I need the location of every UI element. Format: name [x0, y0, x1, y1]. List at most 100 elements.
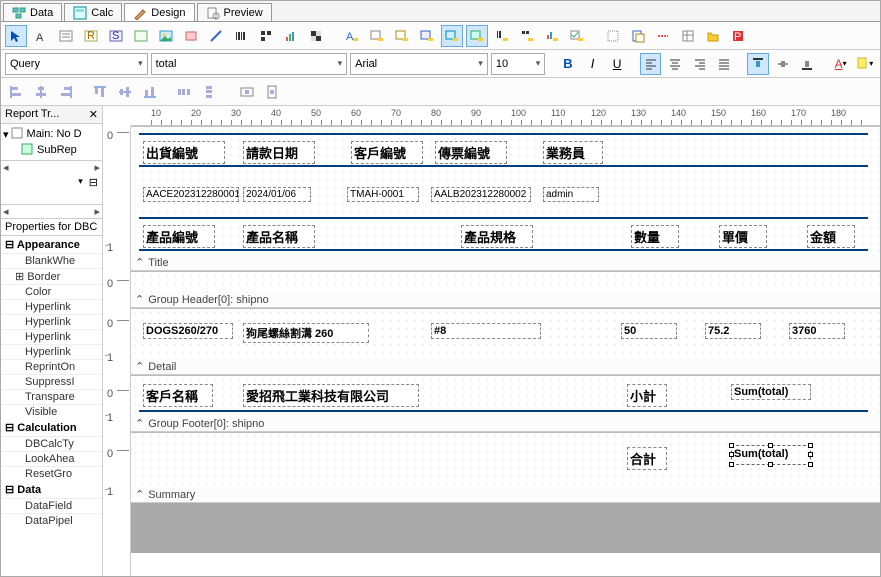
font-color-button[interactable]: A▾ — [830, 53, 852, 75]
band-header-title[interactable]: ⌃Title — [131, 255, 880, 271]
label-field[interactable]: 傳票編號 — [435, 141, 507, 164]
dbdatetime-button[interactable] — [441, 25, 463, 47]
label-field[interactable]: 產品編號 — [143, 225, 215, 248]
label-button[interactable]: A — [30, 25, 52, 47]
dbtext-field[interactable]: admin — [543, 187, 599, 202]
font-combo[interactable]: Arial — [350, 53, 488, 75]
align-right-edges-button[interactable] — [55, 81, 77, 103]
valign-top-button[interactable] — [747, 53, 769, 75]
query-combo[interactable]: Query — [5, 53, 148, 75]
dbtext-field[interactable]: TMAH-0001 — [347, 187, 419, 202]
crosstab-button[interactable] — [677, 25, 699, 47]
label-field[interactable]: 客戶名稱 — [143, 384, 213, 407]
label-field[interactable]: 產品名稱 — [243, 225, 315, 248]
align-v-center-button[interactable] — [114, 81, 136, 103]
band-header-gh[interactable]: ⌃Group Header[0]: shipno — [131, 292, 880, 308]
prop-category[interactable]: ⊟ Appearance — [1, 236, 102, 253]
dbtext-field[interactable]: AALB202312280002 — [431, 187, 531, 202]
align-left-button[interactable] — [640, 53, 662, 75]
tab-design[interactable]: Design — [124, 3, 194, 21]
pointer-button[interactable] — [5, 25, 27, 47]
dbtext-field[interactable]: DOGS260/270 — [143, 323, 233, 339]
image-button[interactable] — [155, 25, 177, 47]
dbimage-button[interactable] — [466, 25, 488, 47]
align-bottom-edges-button[interactable] — [139, 81, 161, 103]
prop-row[interactable]: SuppressI — [1, 374, 102, 389]
title-band[interactable]: 出貨編號 請款日期 客戶編號 傳票編號 業務員 AACE202312280001… — [131, 127, 880, 255]
dbcalc-button[interactable] — [416, 25, 438, 47]
selected-dbcalc-field[interactable]: Sum(total) — [731, 445, 811, 465]
prop-row[interactable]: ResetGro — [1, 466, 102, 481]
subreport-button[interactable] — [627, 25, 649, 47]
label-field[interactable]: 出貨編號 — [143, 141, 225, 164]
close-icon[interactable]: ✕ — [89, 108, 98, 121]
tab-preview[interactable]: Preview — [197, 3, 272, 21]
barcode-button[interactable] — [230, 25, 252, 47]
group-header-band[interactable] — [131, 272, 880, 292]
chart-button[interactable] — [280, 25, 302, 47]
shape-button[interactable] — [180, 25, 202, 47]
center-h-button[interactable] — [236, 81, 258, 103]
label-field[interactable]: 數量 — [631, 225, 679, 248]
memo-button[interactable] — [55, 25, 77, 47]
line-button[interactable] — [205, 25, 227, 47]
dbchart-button[interactable] — [541, 25, 563, 47]
prop-category[interactable]: ⊟ Data — [1, 481, 102, 498]
label-field[interactable]: 產品規格 — [461, 225, 533, 248]
prop-row[interactable]: LookAhea — [1, 451, 102, 466]
checkers-button[interactable] — [305, 25, 327, 47]
align-h-center-button[interactable] — [30, 81, 52, 103]
tree-item[interactable]: SubRep — [3, 142, 100, 158]
prop-row[interactable]: ReprintOn — [1, 359, 102, 374]
prop-row[interactable]: DataPipel — [1, 513, 102, 528]
band-header-detail[interactable]: ⌃Detail — [131, 359, 880, 375]
align-justify-button[interactable] — [714, 53, 736, 75]
detail-band[interactable]: DOGS260/270 狗尾螺絲割溝 260 #8 50 75.2 3760 — [131, 309, 880, 359]
tab-data[interactable]: Data — [3, 3, 62, 21]
dbtext-field[interactable]: 愛招飛工業科技有限公司 — [243, 384, 419, 407]
dbcheck-button[interactable] — [566, 25, 588, 47]
scrollbar-h[interactable]: ◂▸ — [1, 160, 102, 174]
valign-bottom-button[interactable] — [796, 53, 818, 75]
align-center-button[interactable] — [664, 53, 686, 75]
region-button[interactable] — [602, 25, 624, 47]
prop-row[interactable]: Hyperlink — [1, 314, 102, 329]
dbtext-field[interactable]: 3760 — [789, 323, 845, 339]
folder-button[interactable] — [702, 25, 724, 47]
dbtext-field[interactable]: #8 — [431, 323, 541, 339]
prop-row[interactable]: Hyperlink — [1, 299, 102, 314]
prop-row[interactable]: Hyperlink — [1, 344, 102, 359]
prop-row[interactable]: Visible — [1, 404, 102, 419]
dbrich-button[interactable] — [391, 25, 413, 47]
prop-row[interactable]: DataField — [1, 498, 102, 513]
dbcalc-field[interactable]: Sum(total) — [731, 384, 811, 400]
tree-toggle-icon[interactable]: ⊟ — [89, 176, 98, 189]
highlight-button[interactable]: ▾ — [854, 53, 876, 75]
space-h-button[interactable] — [173, 81, 195, 103]
2dbarcode-button[interactable] — [255, 25, 277, 47]
label-field[interactable]: 合計 — [627, 447, 667, 470]
label-field[interactable]: 小計 — [627, 384, 667, 407]
dbmemo-button[interactable] — [366, 25, 388, 47]
scrollbar-h[interactable]: ◂▸ — [1, 204, 102, 218]
underline-button[interactable]: U — [606, 53, 628, 75]
label-field[interactable]: 單價 — [719, 225, 767, 248]
label-field[interactable]: 客戶編號 — [351, 141, 423, 164]
pdf-button[interactable]: P — [727, 25, 749, 47]
italic-button[interactable]: I — [582, 53, 604, 75]
center-v-button[interactable] — [261, 81, 283, 103]
pagebreak-button[interactable] — [652, 25, 674, 47]
prop-category[interactable]: ⊟ Calculation — [1, 419, 102, 436]
db2dbarcode-button[interactable] — [516, 25, 538, 47]
bold-button[interactable]: B — [557, 53, 579, 75]
tab-calc[interactable]: Calc — [64, 3, 122, 21]
dbtext-field[interactable]: 50 — [621, 323, 677, 339]
label-field[interactable]: 金額 — [807, 225, 855, 248]
label-field[interactable]: 請款日期 — [243, 141, 315, 164]
summary-band[interactable]: 合計 Sum(total) — [131, 433, 880, 487]
valign-middle-button[interactable] — [772, 53, 794, 75]
group-footer-band[interactable]: 客戶名稱 愛招飛工業科技有限公司 小計 Sum(total) — [131, 376, 880, 416]
sysvar-button[interactable]: S — [105, 25, 127, 47]
dbtext-field[interactable]: 2024/01/06 — [243, 187, 311, 202]
dbtext-field[interactable]: AACE202312280001 — [143, 187, 239, 202]
